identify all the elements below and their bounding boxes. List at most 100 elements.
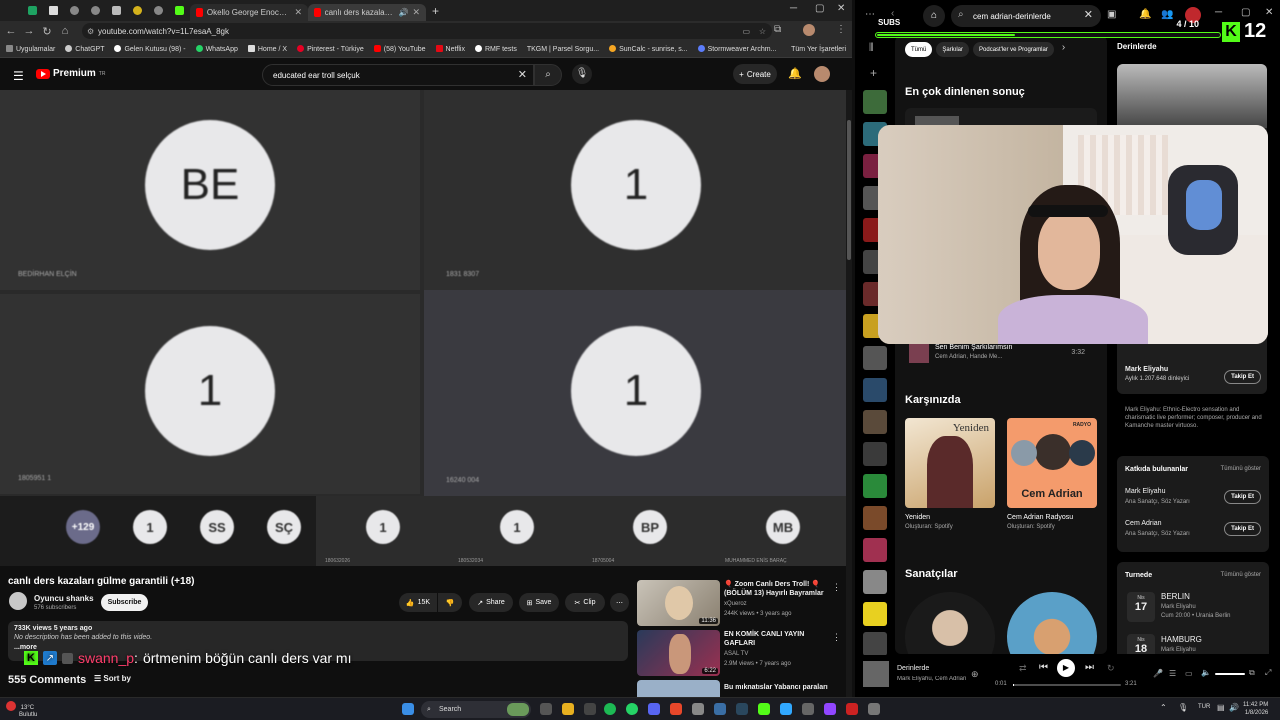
lyrics-icon[interactable]: 🎤 — [1153, 669, 1163, 678]
bookmark-item[interactable]: ChatGPT — [65, 45, 104, 53]
show-all-link[interactable]: Tümünü göster — [1221, 466, 1261, 472]
video-channel[interactable]: xQueroz — [724, 601, 747, 607]
scrollbar-thumb[interactable] — [847, 120, 851, 260]
tray-chevron-icon[interactable]: ⌃ — [1160, 703, 1167, 712]
chip-podcasts[interactable]: Podcast'ler ve Programlar — [973, 42, 1054, 57]
maximize-icon[interactable]: ▢ — [1241, 7, 1250, 18]
share-button[interactable]: ↗ Share — [469, 593, 513, 612]
mini-player-icon[interactable]: ⧉ — [1249, 668, 1255, 678]
search-input[interactable]: educated ear troll selçuk ✕ — [262, 64, 534, 86]
event-city[interactable]: HAMBURG — [1161, 635, 1202, 644]
follow-button[interactable]: Takip Et — [1224, 522, 1261, 536]
language-indicator[interactable]: TUR — [1198, 704, 1210, 710]
app-icon[interactable] — [846, 703, 858, 715]
queue-icon[interactable]: ☰ — [1169, 669, 1176, 678]
app-icon[interactable] — [868, 703, 880, 715]
whatsapp-icon[interactable] — [626, 703, 638, 715]
hamburger-menu-icon[interactable]: ☰ — [13, 69, 24, 83]
chip-all[interactable]: Tümü — [905, 42, 933, 57]
discord-icon[interactable] — [648, 703, 660, 715]
system-clock[interactable]: 11:42 PM 1/8/2026 — [1243, 701, 1268, 717]
microphone-icon[interactable]: 🎙 — [1178, 703, 1188, 712]
library-item[interactable] — [863, 570, 887, 594]
minimize-icon[interactable]: ─ — [790, 3, 797, 14]
bookmark-item[interactable]: Stormweaver Archm... — [697, 45, 776, 53]
like-button[interactable]: 👍 15K — [399, 593, 437, 612]
volume-slider[interactable] — [1215, 673, 1245, 675]
page-scrollbar[interactable] — [846, 90, 852, 697]
recommended-video[interactable]: 11:36 🎈 Zoom Canlı Ders Troll! 🎈 (BÖLÜM … — [637, 580, 845, 626]
close-tab-icon[interactable]: ✕ — [294, 7, 302, 18]
back-icon[interactable]: ← — [2, 25, 20, 37]
show-all-link[interactable]: Tümünü göster — [1221, 572, 1261, 578]
library-item[interactable] — [863, 632, 887, 656]
video-title[interactable]: 🎈 Zoom Canlı Ders Troll! 🎈 (BÖLÜM 13) Ha… — [724, 580, 834, 598]
library-item[interactable] — [863, 474, 887, 498]
volume-icon[interactable]: 🔊 — [1229, 703, 1239, 712]
library-item[interactable] — [863, 90, 887, 114]
pinned-tab-5[interactable] — [106, 2, 127, 19]
home-icon[interactable]: ⌂ — [56, 25, 74, 37]
new-tab-button[interactable]: + — [426, 2, 445, 19]
more-horizontal-icon[interactable]: ⋯ — [865, 9, 875, 20]
dislike-button[interactable]: 👎 — [438, 593, 462, 612]
follow-button[interactable]: Takip Et — [1224, 370, 1261, 384]
close-window-icon[interactable]: ✕ — [837, 3, 845, 14]
artist-avatar[interactable] — [905, 592, 995, 654]
library-item[interactable] — [863, 538, 887, 562]
library-icon[interactable]: ⫴ — [869, 42, 874, 55]
menu-icon[interactable]: ⋮ — [836, 24, 846, 35]
tab-youtube-2[interactable]: canlı ders kazaları gülme g 🔊 ✕ — [308, 4, 426, 21]
previous-icon[interactable]: ⏮ — [1039, 662, 1048, 673]
recommended-video[interactable]: 6:22 EN KOMİK CANLI YAYIN GAFLARI ASAL T… — [637, 630, 845, 676]
steam-icon[interactable] — [736, 703, 748, 715]
now-playing-cover[interactable] — [863, 661, 889, 687]
clear-search-icon[interactable]: ✕ — [518, 68, 527, 81]
app-icon[interactable] — [824, 703, 836, 715]
bookmark-item[interactable]: (58) YouTube — [373, 45, 426, 53]
play-button[interactable]: ▶ — [1057, 659, 1075, 677]
app-icon[interactable] — [692, 703, 704, 715]
save-button[interactable]: ⊞ Save — [519, 593, 559, 612]
channel-name[interactable]: Oyuncu shanks — [34, 594, 94, 603]
more-vertical-icon[interactable]: ⋮ — [832, 632, 841, 643]
taskbar-search[interactable]: ⌕ Search — [421, 701, 531, 718]
pinned-tab-kick[interactable] — [169, 2, 190, 19]
credit-name[interactable]: Cem Adrian — [1125, 520, 1162, 527]
spotify-icon[interactable] — [604, 703, 616, 715]
library-item[interactable] — [863, 410, 887, 434]
profile-avatar[interactable] — [803, 24, 815, 36]
bookmark-item[interactable]: Netflix — [435, 45, 465, 53]
maximize-icon[interactable]: ▢ — [815, 3, 824, 14]
site-info-icon[interactable]: ⚙ — [87, 27, 94, 36]
notifications-bell-icon[interactable]: 🔔 — [788, 67, 802, 80]
track-row[interactable]: Sen Benim Şarkılarımsın Cem Adrian, Hand… — [909, 343, 1099, 365]
file-explorer-icon[interactable] — [562, 703, 574, 715]
video-thumbnail[interactable] — [637, 680, 720, 697]
bookmark-item[interactable]: TKGM | Parsel Sorgu... — [527, 46, 599, 53]
app-icon[interactable] — [670, 703, 682, 715]
subscribe-button[interactable]: Subscribe — [101, 594, 148, 611]
video-title[interactable]: EN KOMİK CANLI YAYIN GAFLARI — [724, 630, 834, 648]
bookmark-item[interactable]: Home / X — [247, 45, 287, 53]
bookmark-item[interactable]: SunCalc - sunrise, s... — [609, 45, 688, 53]
weather-widget[interactable]: 13°C Bulutlu — [6, 701, 37, 719]
plus-icon[interactable]: + — [870, 66, 877, 80]
next-icon[interactable]: ⏭ — [1085, 662, 1094, 673]
url-bar[interactable]: ⚙ youtube.com/watch?v=1L7esaA_8gk ▭ ☆ — [82, 23, 772, 39]
more-actions-button[interactable]: ⋯ — [610, 593, 629, 612]
credit-name[interactable]: Mark Eliyahu — [1125, 488, 1165, 495]
library-item[interactable] — [863, 602, 887, 626]
bookmark-item[interactable]: RMF tests — [474, 45, 517, 53]
pinned-tab-x[interactable] — [43, 2, 64, 19]
library-item[interactable] — [863, 442, 887, 466]
follow-button[interactable]: Takip Et — [1224, 490, 1261, 504]
account-avatar[interactable] — [814, 66, 830, 82]
pinned-tab-3[interactable] — [64, 2, 85, 19]
close-window-icon[interactable]: ✕ — [1265, 7, 1273, 18]
audio-playing-icon[interactable]: 🔊 — [398, 8, 408, 17]
more-vertical-icon[interactable]: ⋮ — [832, 582, 841, 593]
app-icon[interactable] — [714, 703, 726, 715]
chip-songs[interactable]: Şarkılar — [936, 42, 970, 57]
bookmark-item[interactable]: Gelen Kutusu (98) - — [114, 45, 186, 53]
